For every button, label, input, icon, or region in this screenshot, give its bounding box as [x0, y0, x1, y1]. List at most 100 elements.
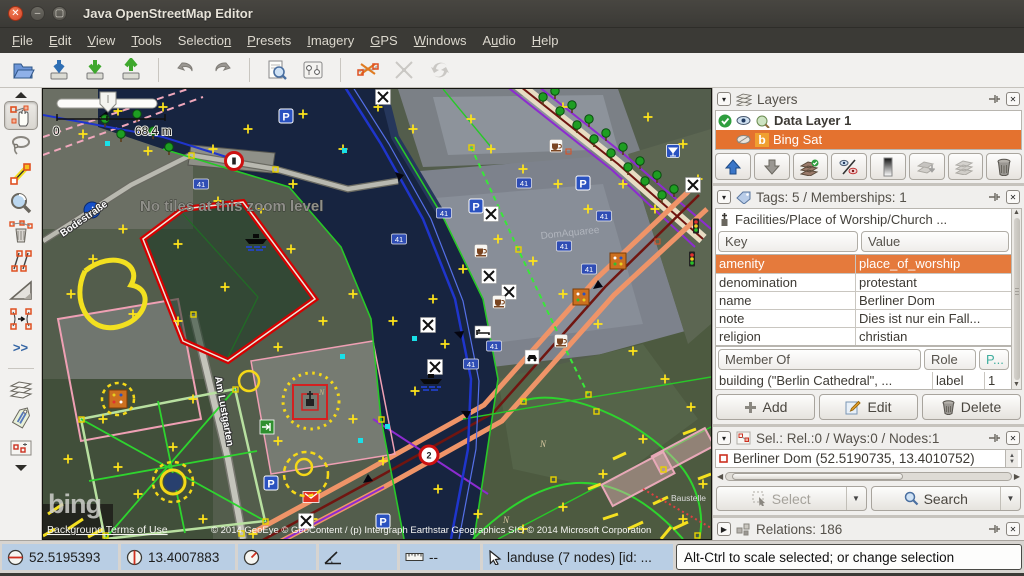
pin-icon[interactable] [987, 190, 1001, 204]
hscroll-thumb[interactable] [732, 473, 903, 480]
select-dropdown-icon[interactable]: ▼ [846, 487, 866, 510]
collapse-layers-icon[interactable]: ▾ [717, 92, 731, 106]
menu-view[interactable]: View [79, 30, 123, 51]
tag-row[interactable]: amenityplace_of_worship [716, 255, 1011, 273]
layer-row-data[interactable]: Data Layer 1 [716, 111, 1021, 130]
value-column-header[interactable]: Value [861, 231, 1009, 252]
select-tool-button[interactable] [4, 101, 38, 130]
close-window-icon[interactable]: ✕ [8, 6, 23, 21]
save-button[interactable] [44, 56, 74, 84]
layer-merge-button[interactable] [909, 153, 945, 180]
layer-opacity-button[interactable] [870, 153, 906, 180]
tag-row[interactable]: denominationprotestant [716, 273, 1011, 291]
layer-move-up-button[interactable] [715, 153, 751, 180]
list-spinner[interactable]: ▲▼ [1005, 450, 1018, 467]
parallel-ways-icon [9, 249, 33, 273]
visibility-eye-icon[interactable] [736, 115, 751, 126]
board-icon [573, 289, 589, 305]
selection-hscrollbar[interactable]: ◀ ▶ [717, 470, 1020, 483]
collapse-tags-icon[interactable]: ▾ [717, 190, 731, 204]
download-button[interactable] [80, 56, 110, 84]
minimize-window-icon[interactable]: – [30, 6, 45, 21]
position-column-header[interactable]: P... [979, 349, 1009, 370]
close-panel-icon[interactable]: ✕ [1006, 92, 1020, 106]
expand-relations-icon[interactable]: ▶ [717, 522, 731, 536]
menu-audio[interactable]: Audio [474, 30, 523, 51]
key-column-header[interactable]: Key [718, 231, 858, 252]
extrude-tool-button[interactable] [4, 275, 38, 304]
menu-gps[interactable]: GPS [362, 30, 405, 51]
pin-icon[interactable] [987, 522, 1001, 536]
menu-windows[interactable]: Windows [406, 30, 475, 51]
tag-row[interactable]: nameBerliner Dom [716, 291, 1011, 309]
menu-presets[interactable]: Presets [239, 30, 299, 51]
toolbar-separator [158, 58, 159, 82]
layer-visibility-button[interactable] [831, 153, 867, 180]
preferences-button[interactable] [298, 56, 328, 84]
edit-tag-button[interactable]: Edit [819, 394, 918, 420]
member-of-column-header[interactable]: Member Of [718, 349, 921, 370]
layer-row-bing[interactable]: b Bing Sat [716, 130, 1021, 149]
selection-list-item[interactable]: Berliner Dom (52.5190735, 13.4010752) ▲▼ [715, 449, 1022, 468]
maximize-window-icon[interactable]: ▢ [52, 6, 67, 21]
redo-button[interactable] [207, 56, 237, 84]
tags-toggle-button[interactable] [4, 404, 38, 433]
map-canvas[interactable]: P 41 [42, 88, 712, 540]
trash-icon [942, 400, 955, 415]
angle-icon [324, 550, 342, 565]
layers-toggle-button[interactable] [4, 375, 38, 404]
tag-row[interactable]: noteDies ist nur ein Fall... [716, 309, 1011, 327]
scroll-right-icon[interactable]: ▶ [1014, 472, 1020, 481]
scroll-up-button[interactable] [4, 89, 38, 101]
menu-selection[interactable]: Selection [170, 30, 239, 51]
zoom-tool-button[interactable] [4, 188, 38, 217]
search-dropdown-icon[interactable]: ▼ [1000, 487, 1020, 510]
layer-duplicate-button[interactable] [948, 153, 984, 180]
combine-way-button[interactable] [389, 56, 419, 84]
close-panel-icon[interactable]: ✕ [1006, 522, 1020, 536]
svg-text:68.4 m: 68.4 m [135, 124, 172, 138]
menu-tools[interactable]: Tools [123, 30, 169, 51]
relations-toggle-button[interactable] [4, 433, 38, 462]
more-tools-button[interactable]: >> [4, 333, 38, 362]
distance-field: -- [400, 544, 480, 570]
open-file-button[interactable] [8, 56, 38, 84]
pin-icon[interactable] [987, 92, 1001, 106]
select-button[interactable]: Select ▼ [716, 486, 867, 511]
menu-file[interactable]: File [4, 30, 41, 51]
menu-imagery[interactable]: Imagery [299, 30, 362, 51]
scroll-down-button[interactable] [4, 462, 38, 474]
tag-row[interactable]: religionchristian [716, 327, 1011, 345]
tags-scrollbar-thumb[interactable] [1014, 218, 1020, 380]
tags-scrollbar[interactable]: ▲ ▼ [1012, 208, 1022, 390]
undo-button[interactable] [171, 56, 201, 84]
close-panel-icon[interactable]: ✕ [1006, 431, 1020, 445]
menu-help[interactable]: Help [524, 30, 567, 51]
refresh-button[interactable] [425, 56, 455, 84]
search-button[interactable] [262, 56, 292, 84]
draw-tool-button[interactable] [4, 159, 38, 188]
split-way-button[interactable] [353, 56, 383, 84]
layer-move-down-button[interactable] [754, 153, 790, 180]
close-panel-icon[interactable]: ✕ [1006, 190, 1020, 204]
layer-activate-button[interactable] [793, 153, 829, 180]
upload-button[interactable] [116, 56, 146, 84]
membership-row[interactable]: building ("Berlin Cathedral", ... label … [715, 372, 1012, 390]
active-preset[interactable]: Facilities/Place of Worship/Church ... [715, 208, 1012, 229]
layer-delete-button[interactable] [986, 153, 1022, 180]
visibility-eye-icon[interactable] [736, 134, 751, 145]
terms-of-use-link[interactable]: Background Terms of Use [47, 524, 168, 536]
delete-tag-button[interactable]: Delete [922, 394, 1021, 420]
add-tag-button[interactable]: Add [716, 394, 815, 420]
scroll-left-icon[interactable]: ◀ [717, 472, 723, 481]
menu-edit[interactable]: Edit [41, 30, 79, 51]
role-column-header[interactable]: Role [924, 349, 976, 370]
lasso-tool-button[interactable] [4, 130, 38, 159]
search-button-panel[interactable]: Search ▼ [871, 486, 1022, 511]
delete-tool-button[interactable] [4, 217, 38, 246]
collapse-selection-icon[interactable]: ▾ [717, 431, 731, 445]
upload-icon [119, 58, 143, 82]
pin-icon[interactable] [987, 431, 1001, 445]
parallel-tool-button[interactable] [4, 246, 38, 275]
merge-nodes-tool-button[interactable] [4, 304, 38, 333]
